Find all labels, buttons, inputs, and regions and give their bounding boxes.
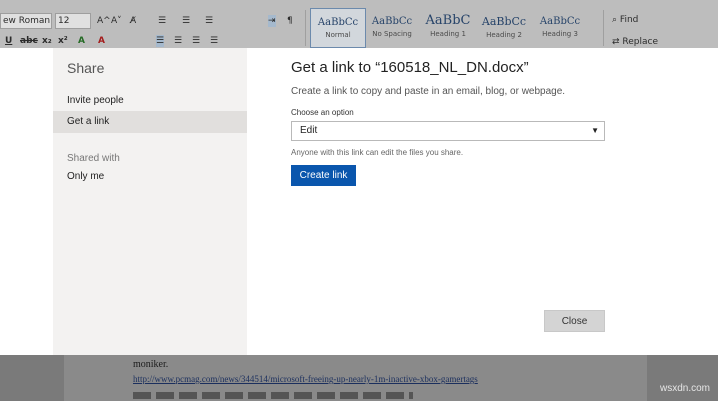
nav-get-a-link[interactable]: Get a link [53, 111, 247, 133]
document-link[interactable]: http://www.pcmag.com/news/344514/microso… [133, 374, 478, 384]
permission-select[interactable]: Edit ▼ [291, 121, 605, 141]
create-link-button[interactable]: Create link [291, 165, 356, 186]
share-nav-pane: Share Invite people Get a link Shared wi… [53, 48, 247, 355]
dialog-description: Create a link to copy and paste in an em… [291, 86, 566, 97]
ribbon-dim-layer [0, 0, 718, 48]
dialog-title: Get a link to “160518_NL_DN.docx” [291, 59, 529, 76]
document-text-line [133, 392, 413, 399]
watermark: wsxdn.com [659, 383, 710, 394]
permission-select-value: Edit [300, 125, 318, 136]
share-dialog: Share Invite people Get a link Shared wi… [0, 48, 718, 355]
close-button[interactable]: Close [544, 310, 605, 332]
shared-with-value: Only me [67, 171, 105, 182]
option-label: Choose an option [291, 108, 354, 117]
share-title: Share [67, 60, 105, 76]
document-text: moniker. [133, 359, 169, 370]
word-ribbon: ew Roman 12 A^ A˅ A̸ ☰ ☰ ☰ ⇥ ¶ U abc x₂ … [0, 0, 718, 48]
option-note: Anyone with this link can edit the files… [291, 148, 464, 157]
nav-invite-people[interactable]: Invite people [53, 90, 247, 112]
shared-with-label: Shared with [67, 153, 120, 164]
get-link-panel: Get a link to “160518_NL_DN.docx” Create… [291, 48, 711, 355]
document-area: moniker. http://www.pcmag.com/news/34451… [0, 355, 718, 401]
dropdown-arrow-icon: ▼ [591, 126, 599, 135]
